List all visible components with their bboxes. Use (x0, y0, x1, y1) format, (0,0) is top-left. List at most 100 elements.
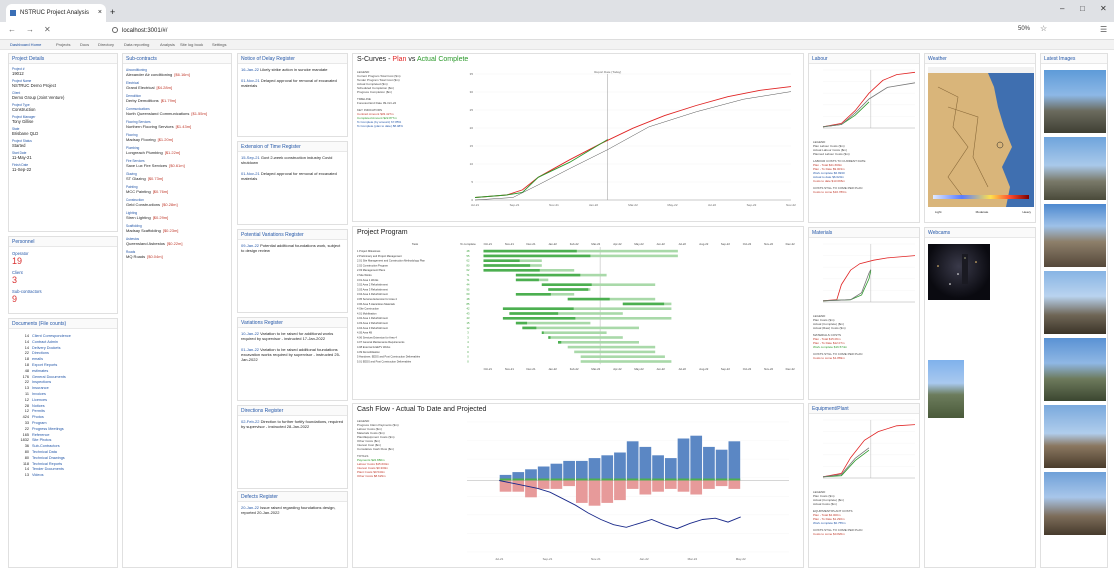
plant-bar (652, 478, 664, 481)
month-header: Jan-22 (548, 242, 557, 246)
latest-site-image[interactable] (1044, 472, 1106, 535)
subcontractor-name: Geld Constructions (126, 202, 161, 207)
close-window-icon[interactable]: ✕ (1100, 4, 1107, 13)
nav-analysis[interactable]: Analysis (160, 40, 175, 50)
cost-bar (601, 480, 614, 503)
webcam-night-image[interactable] (928, 244, 990, 300)
task-bar[interactable] (567, 345, 656, 349)
reload-icon[interactable]: ✕ (44, 25, 51, 34)
nav-data-reporting[interactable]: Data reporting (124, 40, 149, 50)
metric-row: Costs to date $13.096m (809, 179, 919, 183)
subcontract-item[interactable]: North Queensland Communications [$1.55m] (123, 111, 231, 116)
metric-value: 09-Oct-22 (382, 101, 397, 105)
plant-bar (677, 478, 690, 481)
payment-bar (601, 455, 614, 481)
cost-bar (537, 480, 550, 489)
task-bar[interactable] (541, 331, 607, 334)
x-tick-label: Nov-22 (786, 203, 796, 207)
subcontractor-name: Saxe Lux Fire Services (126, 163, 168, 168)
weather-radar-map[interactable] (928, 67, 1034, 207)
subcontract-item[interactable]: Queensland Asbestos [$0.22m] (123, 241, 231, 246)
month-footer: Aug-22 (699, 367, 708, 371)
subcontract-item[interactable]: ST Glazing [$0.73m] (123, 176, 231, 181)
subcontract-item[interactable]: Derby Demolitions [$1.79m] (123, 98, 231, 103)
task-bar[interactable] (580, 355, 665, 358)
minimize-icon[interactable]: – (1060, 4, 1064, 13)
subcontract-item[interactable]: Grand Electrical [$4.28m] (123, 85, 231, 90)
task-name: 2.01 Site Management and Construction Me… (357, 259, 425, 263)
zoom-level[interactable]: 50% (1018, 26, 1030, 32)
subcontract-item[interactable]: Geld Constructions [$0.28m] (123, 202, 231, 207)
cashflow-panel: Cash Flow - Actual To Date and Projected… (352, 403, 804, 568)
bookmark-star-icon[interactable]: ☆ (1040, 24, 1047, 33)
month-label: Mar-22 (688, 557, 698, 561)
latest-site-image[interactable] (1044, 137, 1106, 200)
nav-projects[interactable]: Projects (56, 40, 70, 50)
register-entry[interactable]: 16-Jan-22 Likely strike action in suncke… (238, 64, 347, 75)
subcontract-item[interactable]: Madsay Flooring [$1.20m] (123, 137, 231, 142)
document-folder[interactable]: 13 Videos (9, 473, 117, 479)
forward-icon[interactable]: → (26, 25, 34, 34)
subcontract-item[interactable]: MQ Roads [$0.04m] (123, 254, 231, 259)
task-name: 3.01 Area 1 Works (357, 278, 379, 282)
register-entry[interactable]: 10-Jan-22 Variation to be raised for add… (238, 328, 347, 344)
latest-site-image[interactable] (1044, 338, 1106, 401)
folder-name: Invoices (32, 391, 46, 396)
metric-label: Work complete (813, 345, 833, 349)
register-entry[interactable]: 01-Jan-22 Variation to be raised additio… (238, 344, 347, 365)
subcontract-item[interactable]: MCC Painting [$0.76m] (123, 189, 231, 194)
maximize-icon[interactable]: □ (1080, 4, 1085, 13)
panel-title: Notice of Delay Register (238, 54, 347, 64)
task-name: 5.01 EEDS and Post Construction Delivera… (357, 359, 412, 363)
subcontract-amount: [$0.04m] (147, 254, 163, 259)
subcontract-item[interactable]: Longreach Plumbing [$1.22m] (123, 150, 231, 155)
subcontract-item[interactable]: Alexander Air conditioning [$6.16m] (123, 72, 231, 77)
task-bar[interactable] (548, 336, 623, 339)
webcam-image[interactable] (928, 360, 964, 418)
field-value: Tony Gillise (12, 119, 34, 124)
new-tab-button[interactable]: + (110, 4, 115, 20)
back-icon[interactable]: ← (8, 25, 16, 34)
task-bar[interactable] (580, 360, 672, 363)
month-footer: Dec-21 (526, 367, 535, 371)
metric-row: Work complete $16.574m (809, 345, 919, 349)
task-progress (522, 326, 537, 330)
latest-site-image[interactable] (1044, 70, 1106, 133)
browser-menu-icon[interactable]: ☰ (1100, 25, 1107, 34)
subcontract-item[interactable]: Northern Flooring Services [$1.43m] (123, 124, 231, 129)
task-pct: 0 (467, 345, 469, 349)
register-panel: Notice of Delay Register 16-Jan-22 Likely… (237, 53, 348, 137)
month-footer: Jun-22 (656, 367, 665, 371)
task-bar[interactable] (522, 326, 639, 330)
latest-site-image[interactable] (1044, 405, 1106, 468)
costs-row: Costs to come $16.786m (809, 190, 919, 194)
subcontract-item[interactable]: Stren Lighting [$0.29m] (123, 215, 231, 220)
x-tick-label: Sep-21 (510, 203, 520, 207)
folder-name: Program (32, 420, 47, 425)
month-header: Sep-22 (721, 242, 730, 246)
subcontract-item[interactable]: Saxe Lux Fire Services [$0.61m] (123, 163, 231, 168)
register-entry[interactable]: 02-Feb-22 Direction to further fortify f… (238, 416, 347, 432)
url-field[interactable]: localhost:3001/#/ (112, 25, 167, 37)
latest-site-image[interactable] (1044, 204, 1106, 267)
task-progress (515, 293, 551, 296)
subcontract-item[interactable]: Madsay Scaffolding [$0.23m] (123, 228, 231, 233)
latest-site-image[interactable] (1044, 271, 1106, 334)
nav-directory[interactable]: Directory (98, 40, 114, 50)
register-entry[interactable]: 15-Sep-21 Govt 2-week construction indus… (238, 152, 347, 168)
nav-settings[interactable]: Settings (212, 40, 226, 50)
personnel-count: 19 (12, 256, 23, 266)
register-entry[interactable]: 01-Nov-21 Delayed approval for removal o… (238, 75, 347, 91)
close-tab-icon[interactable]: × (98, 4, 102, 22)
nav-docs[interactable]: Docs (80, 40, 89, 50)
register-entry[interactable]: 09-Jan-22 Potential additional foundatio… (238, 240, 347, 256)
nav-site-log[interactable]: Site log book (180, 40, 203, 50)
y-tick-label: 20 (470, 126, 474, 130)
nav-dashboard[interactable]: Dashboard Home (10, 40, 41, 50)
browser-tab[interactable]: NSTRUC Project Analysis × (6, 4, 106, 22)
register-entry[interactable]: 01-Nov-21 Delayed approval for removal o… (238, 168, 347, 184)
task-bar[interactable] (574, 350, 656, 354)
payment-bar (703, 446, 715, 481)
task-bar[interactable] (558, 341, 639, 344)
register-entry[interactable]: 20-Jan-22 Issue raised regarding foundat… (238, 502, 347, 518)
